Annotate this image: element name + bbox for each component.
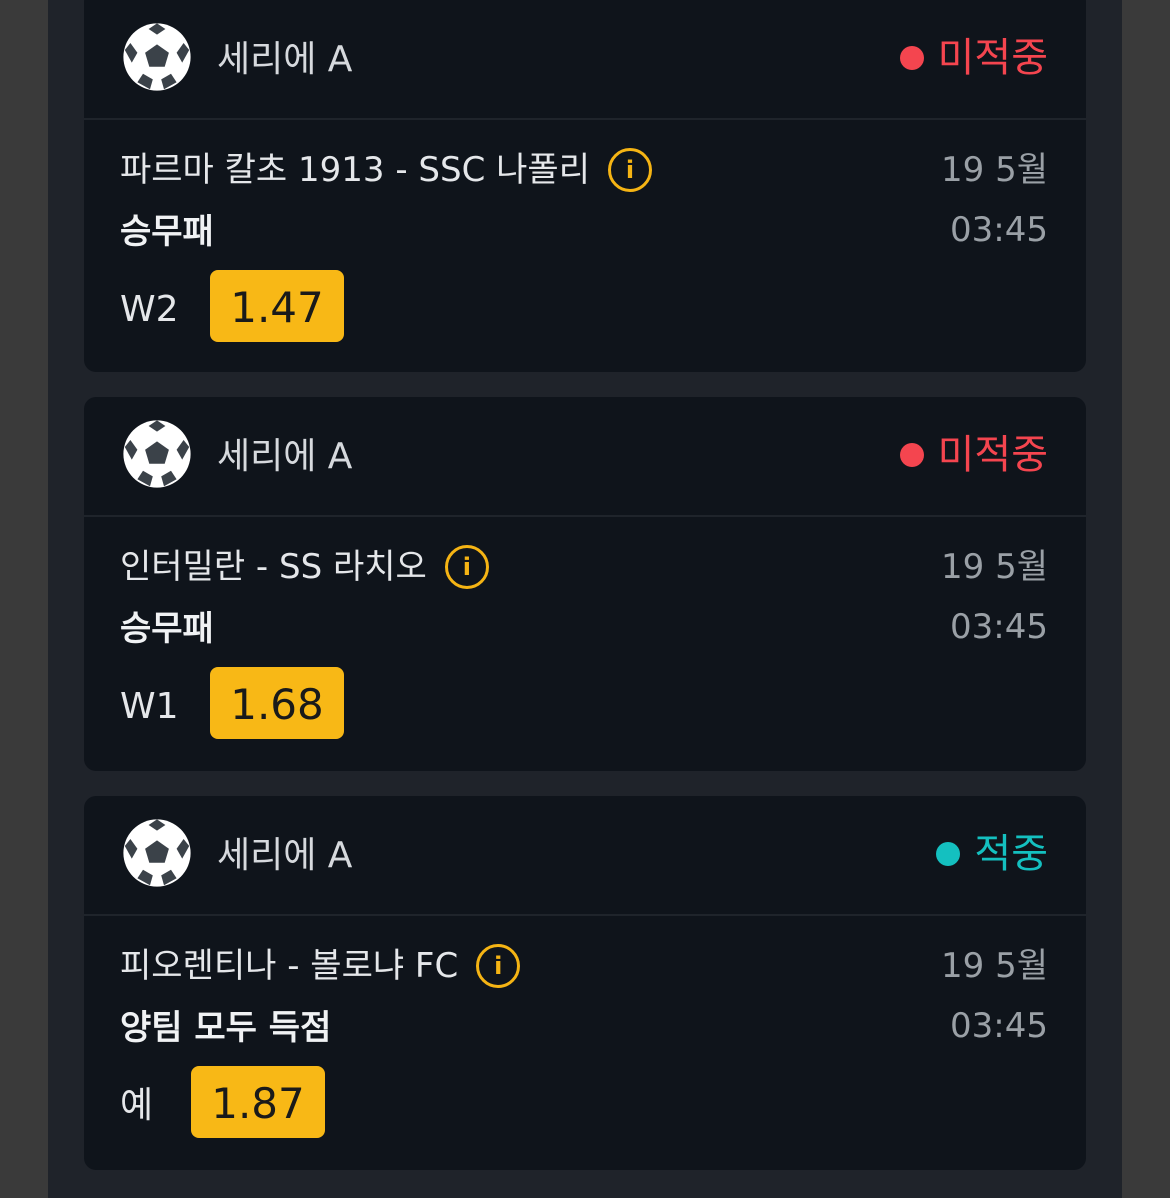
status-label: 미적중: [937, 35, 1048, 81]
market-name: 양팀 모두 득점: [120, 1008, 332, 1048]
match-title: 인터밀란 - SS 라치오 i: [120, 543, 489, 591]
league-name: 세리에 A: [217, 39, 353, 80]
bet-card-header: 세리에 A 미적중: [84, 0, 1086, 120]
market-name: 승무패: [120, 609, 214, 649]
status-dot: [899, 46, 924, 70]
match-time: 03:45: [950, 1006, 1048, 1046]
status-label: 미적중: [937, 432, 1048, 478]
pick-label: 예: [120, 1085, 154, 1126]
match-time: 03:45: [950, 607, 1048, 647]
status-dot: [899, 443, 924, 467]
bet-status: 미적중: [899, 429, 1048, 481]
odds-badge: 1.47: [210, 270, 344, 342]
bet-card[interactable]: 세리에 A 적중 피오렌티나 - 볼로냐 FC i 양팀 모두 득점 예 1.8…: [84, 796, 1086, 1170]
bet-card-header: 세리에 A 적중: [84, 796, 1086, 916]
bet-card[interactable]: 세리에 A 미적중 파르마 칼초 1913 - SSC 나폴리 i 승무패 W2…: [84, 0, 1086, 372]
match-title: 파르마 칼초 1913 - SSC 나폴리 i: [120, 146, 652, 194]
soccer-ball-icon: [123, 819, 191, 887]
match-teams: 피오렌티나 - 볼로냐 FC: [120, 946, 459, 986]
league-name: 세리에 A: [217, 835, 353, 876]
soccer-ball-icon: [123, 23, 191, 91]
market-name: 승무패: [120, 212, 214, 252]
match-teams: 파르마 칼초 1913 - SSC 나폴리: [120, 150, 590, 190]
match-date: 19 5월: [941, 150, 1048, 190]
info-icon[interactable]: i: [444, 545, 489, 589]
match-teams: 인터밀란 - SS 라치오: [120, 547, 427, 587]
odds-badge: 1.87: [191, 1066, 325, 1138]
pick-label: W2: [120, 289, 179, 330]
match-title: 피오렌티나 - 볼로냐 FC i: [120, 942, 521, 990]
bet-status: 미적중: [899, 32, 1048, 84]
bet-card-header: 세리에 A 미적중: [84, 397, 1086, 517]
bet-card-body: 인터밀란 - SS 라치오 i 승무패 W1 1.68 19 5월 03:45: [84, 517, 1086, 769]
info-icon[interactable]: i: [476, 944, 521, 988]
match-time: 03:45: [950, 210, 1048, 250]
pick-label: W1: [120, 686, 179, 727]
match-date: 19 5월: [941, 547, 1048, 587]
bet-status: 적중: [936, 828, 1048, 880]
bet-card-body: 파르마 칼초 1913 - SSC 나폴리 i 승무패 W2 1.47 19 5…: [84, 120, 1086, 372]
odds-badge: 1.68: [210, 667, 344, 739]
status-label: 적중: [974, 831, 1048, 877]
league-name: 세리에 A: [217, 436, 353, 477]
info-icon[interactable]: i: [607, 148, 652, 192]
status-dot: [936, 842, 961, 866]
soccer-ball-icon: [123, 420, 191, 488]
bet-card-body: 피오렌티나 - 볼로냐 FC i 양팀 모두 득점 예 1.87 19 5월 0…: [84, 916, 1086, 1168]
match-date: 19 5월: [941, 946, 1048, 986]
bet-card[interactable]: 세리에 A 미적중 인터밀란 - SS 라치오 i 승무패 W1 1.68 19…: [84, 397, 1086, 771]
